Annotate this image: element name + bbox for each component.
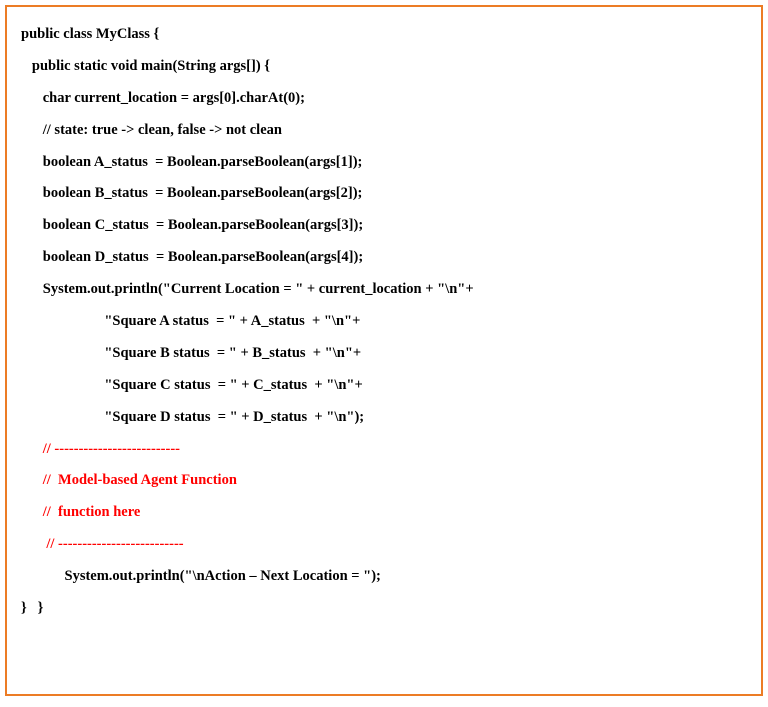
code-line: "Square A status = " + A_status + "\n"+ [21, 306, 747, 338]
code-line: System.out.println("Current Location = "… [21, 274, 747, 306]
code-line: public static void main(String args[]) { [21, 51, 747, 83]
code-line: boolean B_status = Boolean.parseBoolean(… [21, 178, 747, 210]
code-line: boolean C_status = Boolean.parseBoolean(… [21, 210, 747, 242]
code-line: "Square D status = " + D_status + "\n"); [21, 402, 747, 434]
code-line: "Square C status = " + C_status + "\n"+ [21, 370, 747, 402]
comment-function-here: // function here [21, 497, 747, 529]
code-line: char current_location = args[0].charAt(0… [21, 83, 747, 115]
comment-separator: // -------------------------- [21, 529, 747, 561]
code-line: System.out.println("\nAction – Next Loca… [21, 561, 747, 593]
code-line: // state: true -> clean, false -> not cl… [21, 115, 747, 147]
code-box: public class MyClass { public static voi… [5, 5, 763, 696]
comment-agent-function: // Model-based Agent Function [21, 465, 747, 497]
comment-separator: // -------------------------- [21, 434, 747, 466]
code-line: } } [21, 593, 747, 625]
code-line: boolean A_status = Boolean.parseBoolean(… [21, 147, 747, 179]
code-line: "Square B status = " + B_status + "\n"+ [21, 338, 747, 370]
code-line: public class MyClass { [21, 19, 747, 51]
code-line: boolean D_status = Boolean.parseBoolean(… [21, 242, 747, 274]
